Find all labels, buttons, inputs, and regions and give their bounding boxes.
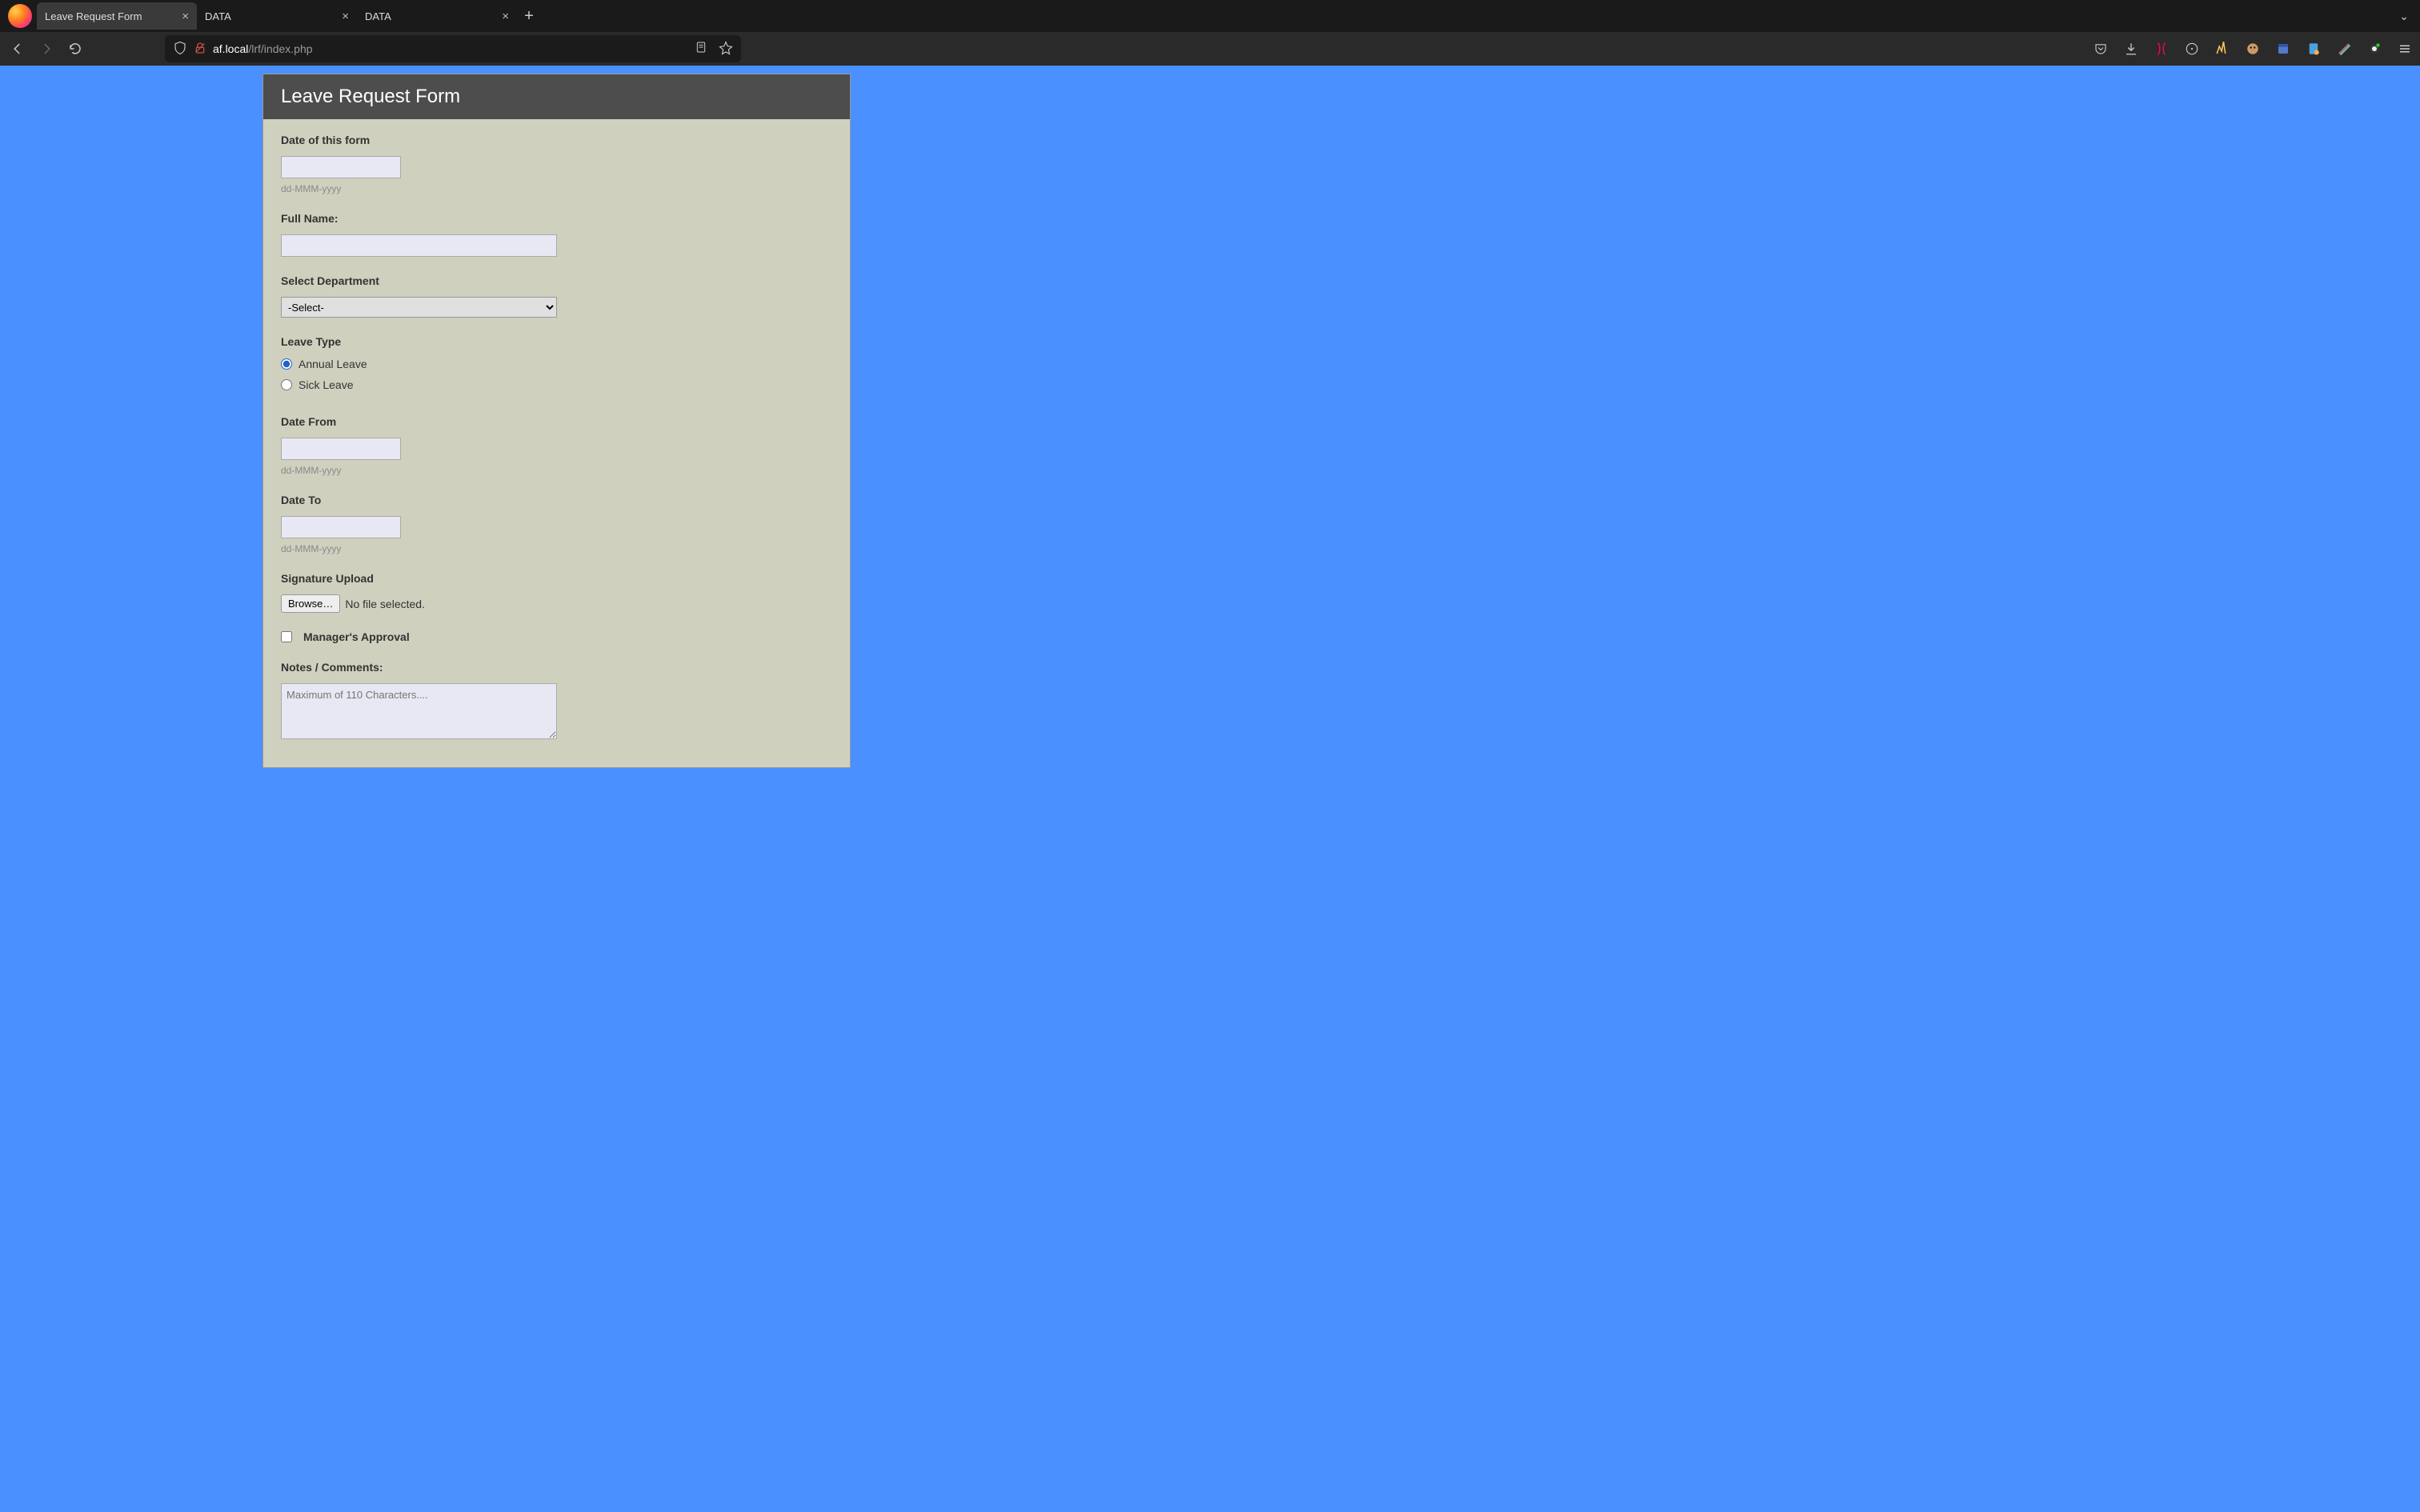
tab-leave-request-form[interactable]: Leave Request Form × bbox=[37, 2, 197, 30]
browser-chrome: Leave Request Form × DATA × DATA × + ⌄ bbox=[0, 0, 2420, 66]
tab-title: DATA bbox=[205, 10, 231, 22]
bookmark-star-icon[interactable] bbox=[719, 41, 733, 58]
extension-icon-3[interactable] bbox=[2214, 40, 2231, 58]
downloads-icon[interactable] bbox=[2122, 40, 2140, 58]
extension-icon-7[interactable] bbox=[2335, 40, 2353, 58]
firefox-logo-icon[interactable] bbox=[8, 4, 32, 28]
tab-title: Leave Request Form bbox=[45, 10, 142, 22]
reload-icon bbox=[68, 42, 82, 56]
extension-icon-4[interactable] bbox=[2244, 40, 2262, 58]
page-viewport: Leave Request Form Date of this form dd-… bbox=[0, 66, 2420, 1512]
select-department[interactable]: -Select- bbox=[281, 297, 557, 318]
back-button[interactable] bbox=[6, 38, 29, 60]
textarea-notes[interactable] bbox=[281, 683, 557, 739]
field-managers-approval: Manager's Approval bbox=[281, 630, 832, 643]
form-title: Leave Request Form bbox=[263, 74, 850, 119]
pocket-icon[interactable] bbox=[2092, 40, 2109, 58]
input-full-name[interactable] bbox=[281, 234, 557, 257]
field-full-name: Full Name: bbox=[281, 212, 832, 257]
field-department: Select Department -Select- bbox=[281, 274, 832, 318]
input-date-to[interactable] bbox=[281, 516, 401, 538]
input-date-from[interactable] bbox=[281, 438, 401, 460]
radio-label: Sick Leave bbox=[298, 378, 353, 391]
reload-button[interactable] bbox=[64, 38, 86, 60]
field-date-from: Date From dd-MMM-yyyy bbox=[281, 415, 832, 476]
file-status: No file selected. bbox=[345, 598, 425, 610]
tab-data-1[interactable]: DATA × bbox=[197, 2, 357, 30]
browse-button[interactable]: Browse… bbox=[281, 594, 340, 613]
tab-title: DATA bbox=[365, 10, 391, 22]
tabs-dropdown-icon[interactable]: ⌄ bbox=[2399, 10, 2409, 23]
field-leave-type: Leave Type Annual Leave Sick Leave bbox=[281, 335, 832, 391]
url-text[interactable]: af.local/lrf/index.php bbox=[213, 42, 688, 55]
close-icon[interactable]: × bbox=[502, 10, 509, 23]
label-managers-approval: Manager's Approval bbox=[303, 630, 410, 643]
checkbox-managers-approval[interactable] bbox=[281, 631, 292, 642]
new-tab-button[interactable]: + bbox=[517, 4, 541, 28]
extension-icon-5[interactable] bbox=[2274, 40, 2292, 58]
tab-strip: Leave Request Form × DATA × DATA × + ⌄ bbox=[0, 0, 2420, 32]
label-date-from: Date From bbox=[281, 415, 832, 428]
tab-data-2[interactable]: DATA × bbox=[357, 2, 517, 30]
radio-sick-leave-row[interactable]: Sick Leave bbox=[281, 378, 832, 391]
extension-icon-1[interactable] bbox=[2153, 40, 2170, 58]
label-signature: Signature Upload bbox=[281, 572, 832, 585]
label-leave-type: Leave Type bbox=[281, 335, 832, 348]
hint-date-to: dd-MMM-yyyy bbox=[281, 543, 832, 554]
url-path: /lrf/index.php bbox=[248, 42, 312, 55]
radio-annual-leave[interactable] bbox=[281, 358, 292, 370]
radio-sick-leave[interactable] bbox=[281, 379, 292, 390]
field-signature: Signature Upload Browse… No file selecte… bbox=[281, 572, 832, 613]
label-department: Select Department bbox=[281, 274, 832, 287]
forward-button[interactable] bbox=[35, 38, 58, 60]
url-host: af.local bbox=[213, 42, 248, 55]
extension-icon-8[interactable] bbox=[2366, 40, 2383, 58]
hint-date-from: dd-MMM-yyyy bbox=[281, 465, 832, 476]
label-notes: Notes / Comments: bbox=[281, 661, 832, 674]
label-full-name: Full Name: bbox=[281, 212, 832, 225]
label-date-of-form: Date of this form bbox=[281, 134, 832, 146]
arrow-right-icon bbox=[39, 42, 54, 56]
input-date-of-form[interactable] bbox=[281, 156, 401, 178]
toolbar: af.local/lrf/index.php bbox=[0, 32, 2420, 66]
reader-mode-icon[interactable] bbox=[695, 41, 707, 58]
arrow-left-icon bbox=[10, 42, 25, 56]
url-bar[interactable]: af.local/lrf/index.php bbox=[165, 35, 741, 62]
close-icon[interactable]: × bbox=[182, 10, 189, 23]
label-date-to: Date To bbox=[281, 494, 832, 506]
hint-date-of-form: dd-MMM-yyyy bbox=[281, 183, 832, 194]
form-card: Leave Request Form Date of this form dd-… bbox=[262, 74, 851, 768]
radio-annual-leave-row[interactable]: Annual Leave bbox=[281, 358, 832, 370]
extension-icon-6[interactable] bbox=[2305, 40, 2322, 58]
form-body: Date of this form dd-MMM-yyyy Full Name:… bbox=[263, 119, 850, 767]
field-date-to: Date To dd-MMM-yyyy bbox=[281, 494, 832, 554]
shield-icon[interactable] bbox=[173, 41, 187, 58]
close-icon[interactable]: × bbox=[342, 10, 349, 23]
field-date-of-form: Date of this form dd-MMM-yyyy bbox=[281, 134, 832, 194]
field-notes: Notes / Comments: bbox=[281, 661, 832, 743]
app-menu-icon[interactable] bbox=[2396, 40, 2414, 58]
toolbar-extensions bbox=[2092, 40, 2414, 58]
insecure-lock-icon[interactable] bbox=[194, 42, 206, 57]
radio-label: Annual Leave bbox=[298, 358, 367, 370]
extension-icon-2[interactable] bbox=[2183, 40, 2201, 58]
